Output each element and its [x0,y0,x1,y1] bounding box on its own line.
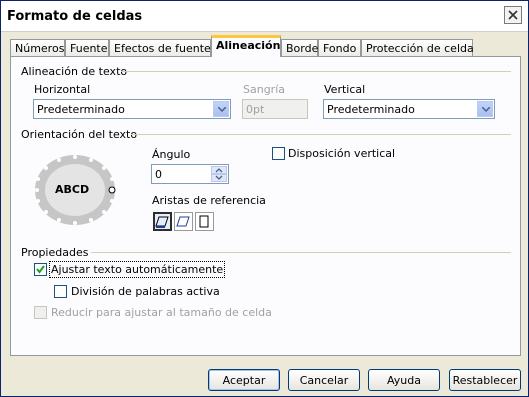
dial-sample-text: ABCD [55,183,90,196]
help-button[interactable]: Ayuda [368,369,440,391]
vertical-label: Vertical [324,83,366,96]
spin-up-icon [215,168,223,173]
dropdown-arrow[interactable] [213,101,229,117]
tab-efectos-fuente[interactable]: Efectos de fuente [109,39,211,56]
angle-field[interactable]: 0 [151,164,229,184]
spin-down-icon [215,175,223,180]
close-button[interactable] [504,6,522,24]
checkmark-icon [36,265,45,274]
dialog-title: Formato de celdas [7,9,143,24]
vertical-layout-checkbox[interactable] [272,147,285,160]
divider [131,134,511,135]
tab-alineacion[interactable]: Alineación [211,35,281,57]
indent-label: Sangría [243,83,285,96]
reference-edges-label: Aristas de referencia [152,194,266,207]
chevron-down-icon [482,107,490,112]
dropdown-arrow[interactable] [477,101,493,117]
properties-heading: Propiedades [21,246,89,259]
angle-down-button[interactable] [211,174,227,182]
reset-button[interactable]: Restablecer [449,369,521,391]
close-icon [508,10,518,20]
cancel-button[interactable]: Cancelar [288,369,360,391]
angle-label: Ángulo [152,148,191,161]
indent-value: 0pt [246,103,265,116]
chevron-down-icon [218,107,226,112]
horizontal-label: Horizontal [34,83,91,96]
tab-fuente[interactable]: Fuente [65,39,109,56]
vertical-layout-label: Disposición vertical [288,147,396,160]
parallelogram-top-icon [176,216,190,227]
wrap-text-checkbox[interactable] [34,263,47,276]
parallelogram-bottom-icon [155,216,169,228]
vertical-select[interactable]: Predeterminado [323,99,495,119]
edge-bottom-button[interactable] [153,212,172,231]
angle-value: 0 [155,168,162,181]
ok-button[interactable]: Aceptar [208,369,280,391]
hyphenation-checkbox[interactable] [54,285,67,298]
vertical-value: Predeterminado [327,103,415,116]
orientation-heading: Orientación del texto [21,128,138,141]
indent-field: 0pt [242,99,308,119]
divider [91,252,511,253]
rectangle-icon [199,215,209,228]
edge-top-button[interactable] [174,212,193,231]
format-cells-dialog: Formato de celdas Números Fuente Efectos… [0,0,529,397]
wrap-text-label: Ajustar texto automáticamente [48,261,226,278]
tab-borde[interactable]: Borde [281,39,318,56]
divider [121,71,511,72]
horizontal-select[interactable]: Predeterminado [33,99,231,119]
tab-fondo[interactable]: Fondo [318,39,361,56]
tab-numeros[interactable]: Números [10,39,65,56]
shrink-to-fit-label: Reducir para ajustar al tamaño de celda [51,306,272,319]
shrink-to-fit-checkbox [34,306,47,319]
orientation-dial[interactable]: ABCD [33,153,119,230]
title-bar[interactable]: Formato de celdas [1,1,528,32]
text-alignment-heading: Alineación de texto [21,65,128,78]
hyphenation-label: División de palabras activa [71,285,220,298]
horizontal-value: Predeterminado [37,103,125,116]
edge-inside-button[interactable] [195,212,214,231]
angle-up-button[interactable] [211,166,227,174]
tab-proteccion-celda[interactable]: Protección de celda [361,39,474,56]
